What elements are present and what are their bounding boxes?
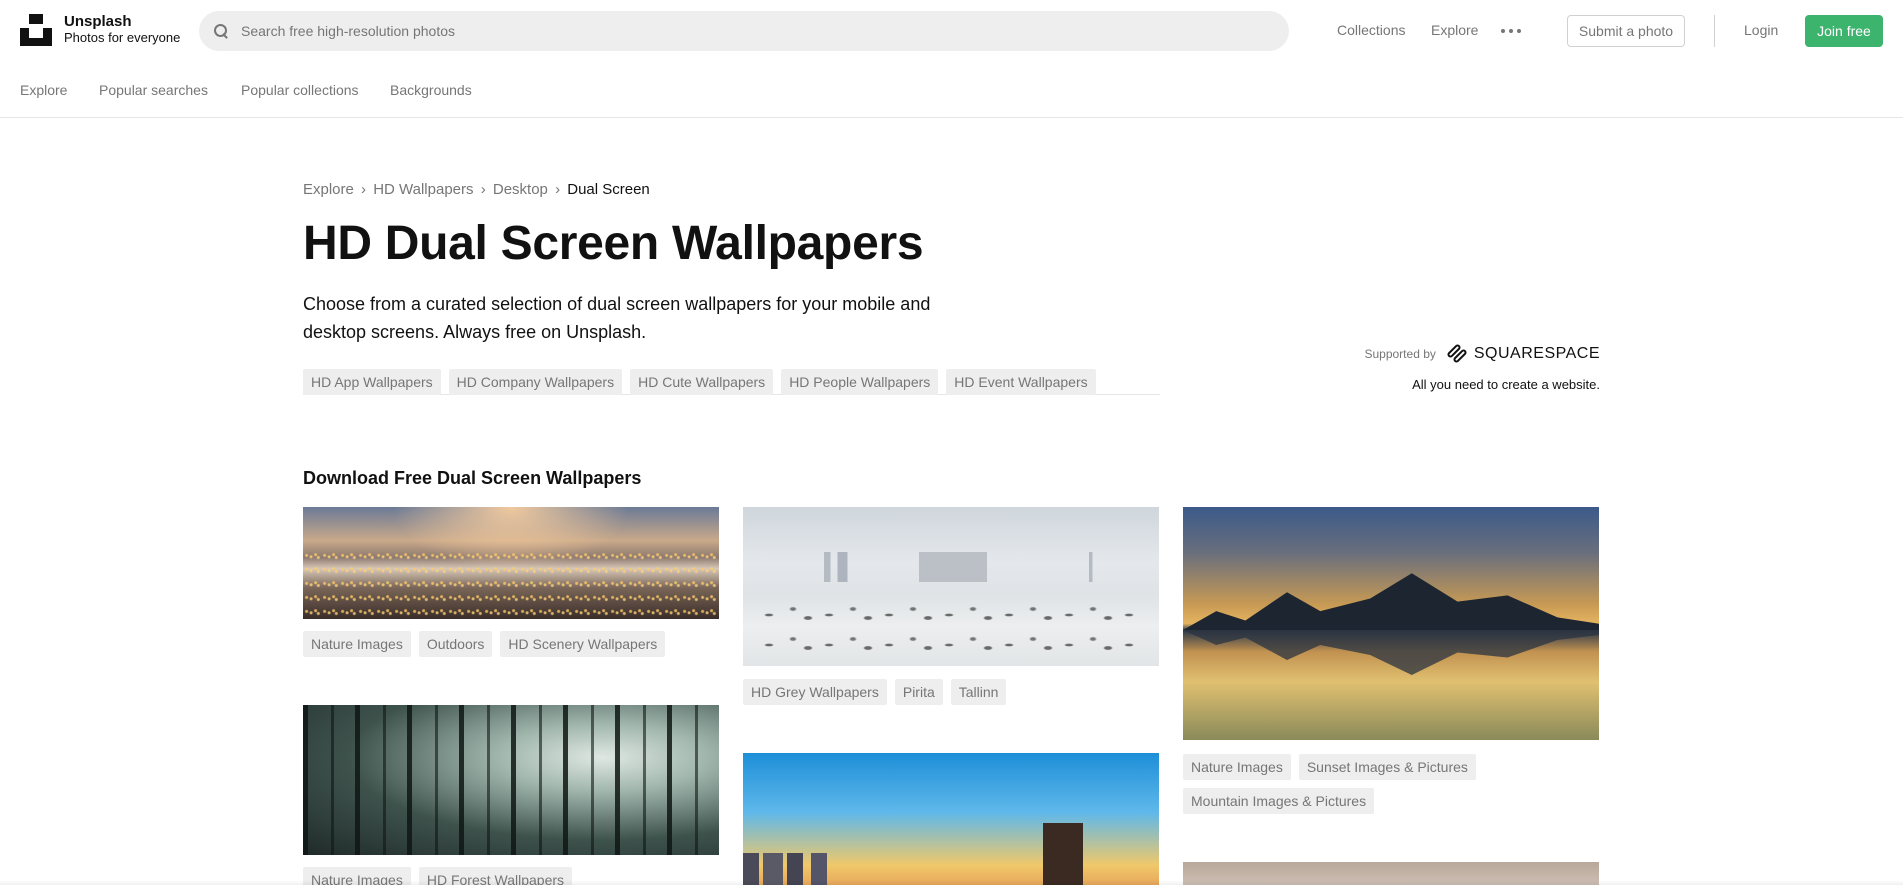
sponsor-row[interactable]: Supported by SQUARESPACE [1364,343,1600,365]
subnav-backgrounds[interactable]: Backgrounds [390,82,472,98]
breadcrumb-separator: › [555,181,561,198]
page-title: HD Dual Screen Wallpapers [303,217,924,270]
photo-tag[interactable]: Mountain Images & Pictures [1183,788,1375,814]
photo-bridge-city[interactable] [743,753,1159,885]
section-title: Download Free Dual Screen Wallpapers [303,468,642,488]
search-bar[interactable] [199,11,1289,51]
photo-tag[interactable]: HD Scenery Wallpapers [500,631,666,657]
logo-text: Unsplash Photos for everyone [64,14,180,46]
more-icon[interactable] [1501,22,1521,40]
breadcrumb-desktop[interactable]: Desktop [493,181,548,198]
subnav-explore[interactable]: Explore [20,82,67,98]
sponsor-block: Supported by SQUARESPACE All you need to… [1364,343,1600,392]
related-tag[interactable]: HD People Wallpapers [781,369,939,395]
squarespace-logo-icon [1444,343,1470,365]
search-input[interactable] [241,23,1241,39]
bottom-shadow [0,880,1903,885]
photo-tag[interactable]: Nature Images [303,631,411,657]
breadcrumb-hd-wallpapers[interactable]: HD Wallpapers [373,181,473,198]
breadcrumb-explore[interactable]: Explore [303,181,354,198]
photo-mountain-lake[interactable] [1183,507,1599,740]
photo-foggy-skyline[interactable] [743,507,1159,666]
photo-forest[interactable] [303,705,719,855]
breadcrumb-current: Dual Screen [567,181,650,198]
submit-photo-button[interactable]: Submit a photo [1567,15,1685,47]
related-tag[interactable]: HD Event Wallpapers [946,369,1096,395]
header-divider [1714,15,1715,47]
top-header: Unsplash Photos for everyone Collections… [0,0,1903,62]
login-link[interactable]: Login [1744,22,1778,38]
breadcrumb-separator: › [480,181,486,198]
photo-tag[interactable]: Outdoors [418,631,493,657]
sponsor-subtext: All you need to create a website. [1412,377,1600,392]
related-tags: HD App Wallpapers HD Company Wallpapers … [303,369,1160,395]
sub-navigation: Explore Popular searches Popular collect… [0,62,1903,118]
subnav-popular-searches[interactable]: Popular searches [99,82,208,98]
photo-tag[interactable]: Sunset Images & Pictures [1298,754,1476,780]
breadcrumb-separator: › [361,181,367,198]
unsplash-logo[interactable]: Unsplash Photos for everyone [20,14,180,46]
sponsor-brand[interactable]: SQUARESPACE [1474,345,1600,363]
related-tag[interactable]: HD App Wallpapers [303,369,441,395]
related-tag[interactable]: HD Company Wallpapers [448,369,623,395]
photo-tag[interactable]: Pirita [894,679,943,705]
subnav-popular-collections[interactable]: Popular collections [241,82,359,98]
unsplash-logo-icon [20,14,52,46]
page-description: Choose from a curated selection of dual … [303,294,931,342]
photo-tag[interactable]: HD Grey Wallpapers [743,679,887,705]
join-free-button[interactable]: Join free [1805,15,1883,47]
search-icon[interactable] [213,23,229,39]
photo-tag[interactable]: Tallinn [950,679,1007,705]
nav-collections[interactable]: Collections [1337,22,1405,38]
brand-tagline: Photos for everyone [64,30,181,45]
related-tag[interactable]: HD Cute Wallpapers [630,369,774,395]
breadcrumb: Explore › HD Wallpapers › Desktop › Dual… [303,181,650,198]
photo-tags: Nature Images Outdoors HD Scenery Wallpa… [303,631,666,657]
photo-tags: Nature Images Sunset Images & Pictures M… [1183,754,1599,814]
photo-tag[interactable]: Nature Images [1183,754,1291,780]
photo-city-panorama[interactable] [303,507,719,619]
brand-name: Unsplash [64,13,132,30]
sponsor-label: Supported by [1364,347,1436,361]
nav-explore[interactable]: Explore [1431,22,1478,38]
photo-tags: HD Grey Wallpapers Pirita Tallinn [743,679,1007,705]
